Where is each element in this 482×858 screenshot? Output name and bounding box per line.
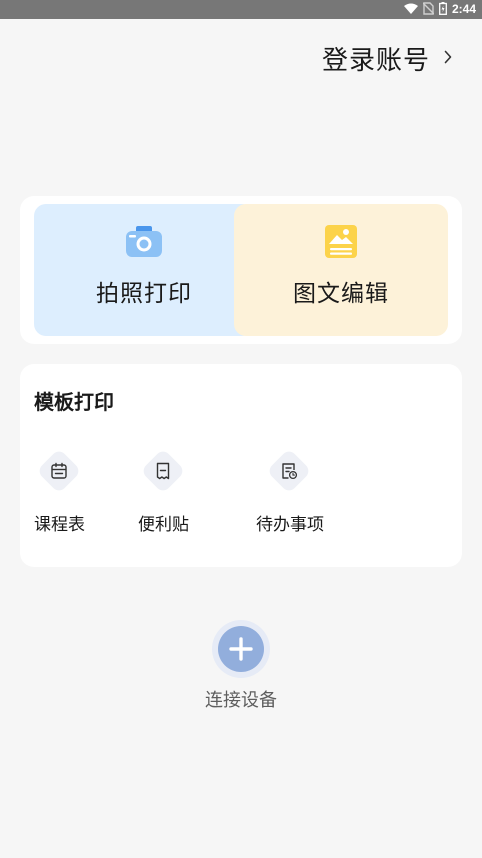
photo-print-label: 拍照打印 [96,281,192,307]
template-item-label: 便利贴 [138,515,189,535]
sticky-note-icon-wrap [140,448,186,494]
no-sim-icon [422,0,435,19]
chevron-right-icon [444,49,452,68]
camera-icon [124,224,164,260]
image-text-edit-button[interactable]: 图文编辑 [234,204,448,336]
connect-device-button[interactable] [212,620,270,678]
login-account-link[interactable]: 登录账号 [322,40,452,77]
connect-device-label: 连接设备 [205,690,277,711]
todo-icon-wrap [266,448,312,494]
status-time: 2:44 [451,2,476,16]
template-print-title: 模板打印 [34,390,114,414]
image-edit-icon [321,224,361,260]
login-account-label: 登录账号 [321,46,430,76]
connect-device-circle [218,626,264,672]
status-icons: 2:44 [403,0,476,19]
schedule-icon-wrap [36,448,82,494]
quick-actions-card: 拍照打印 图文编辑 [20,196,462,344]
status-bar: 2:44 [0,0,482,19]
template-print-card: 模板打印 课程表 便利贴 待办事项 [20,364,462,567]
wifi-icon [403,0,418,19]
image-text-edit-label: 图文编辑 [293,281,389,307]
battery-icon [439,0,447,19]
template-item-label: 课程表 [34,515,85,535]
photo-print-button[interactable]: 拍照打印 [34,204,254,336]
template-item-label: 待办事项 [256,515,324,535]
